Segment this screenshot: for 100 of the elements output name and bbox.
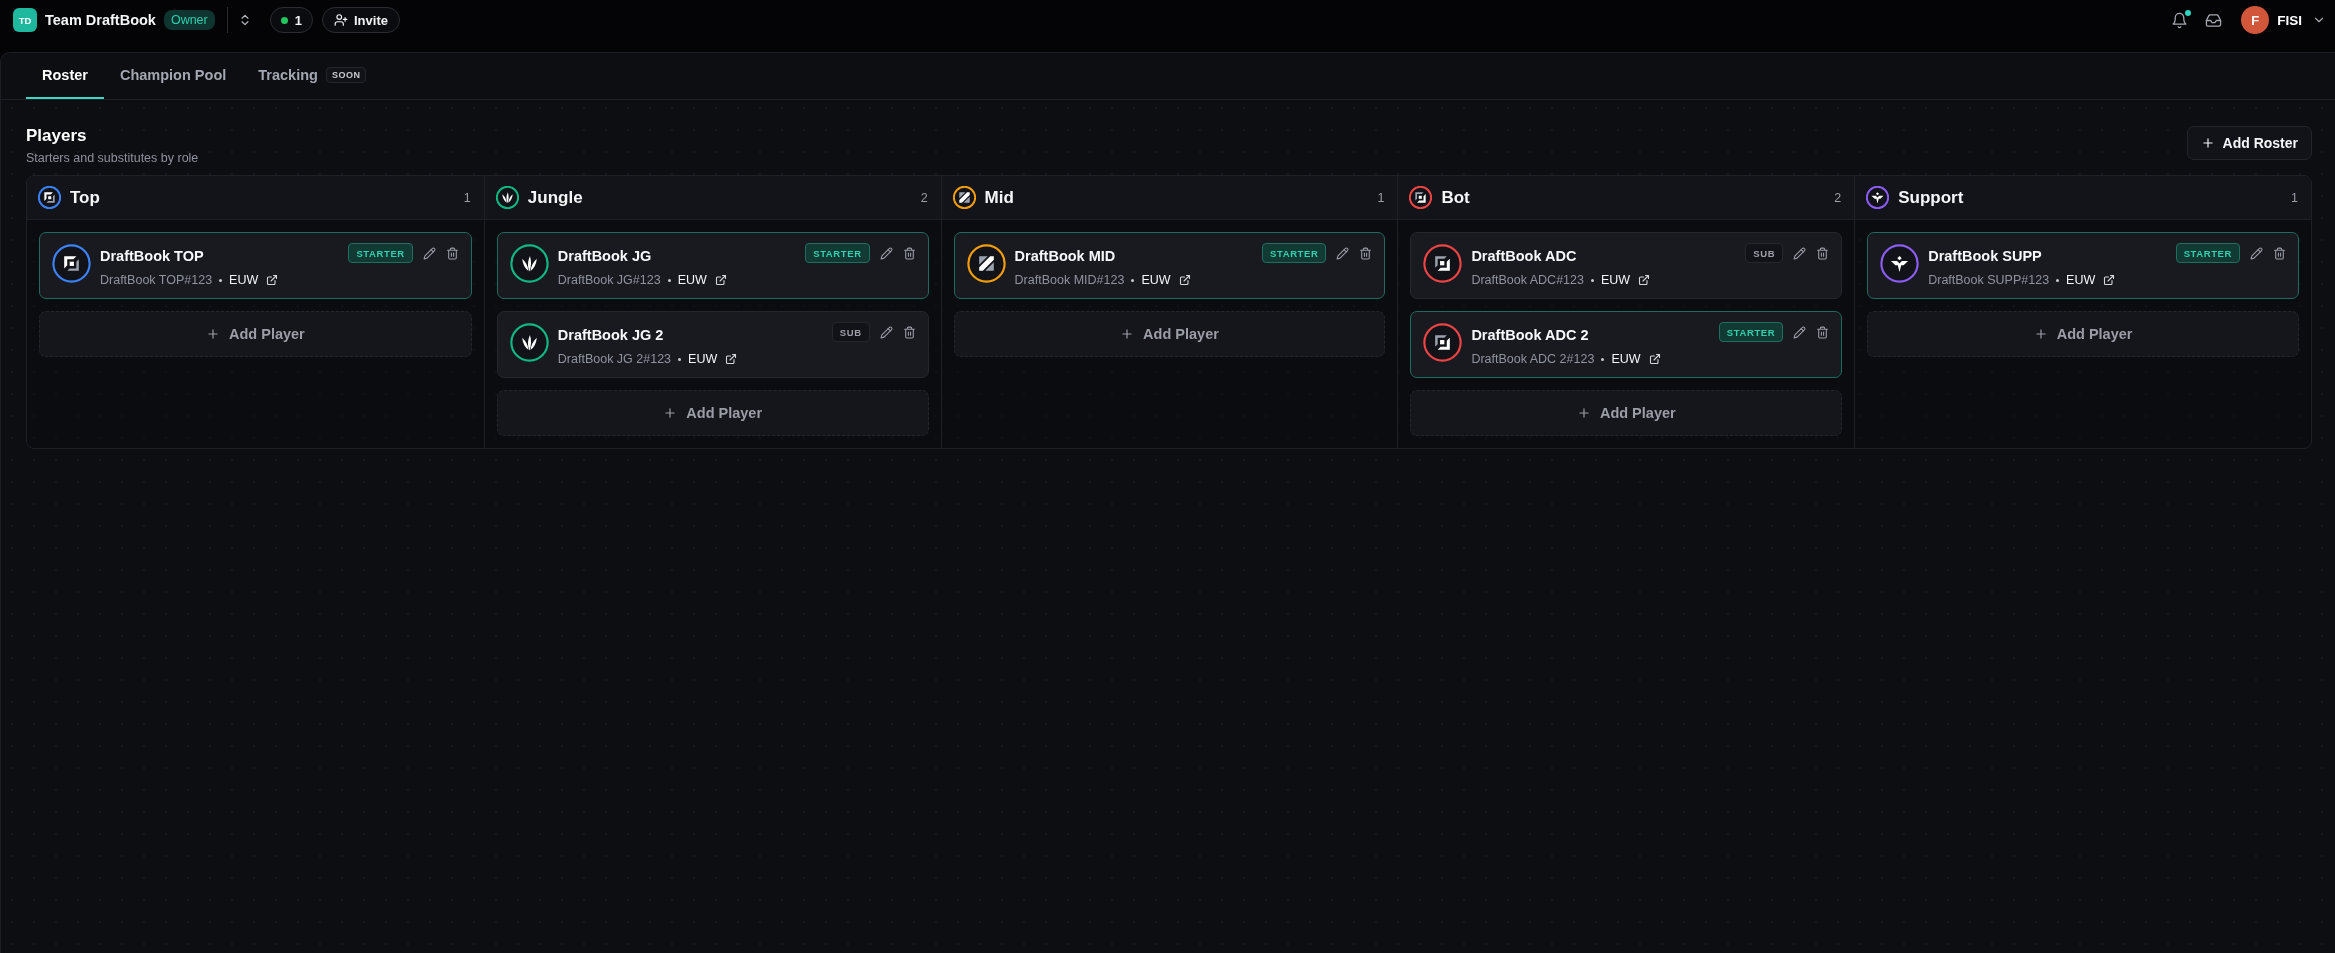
riot-id: DraftBook MID#123 — [1014, 272, 1125, 288]
external-link-icon[interactable] — [725, 353, 738, 365]
separator-dot-icon — [1601, 357, 1605, 361]
region-label: EUW — [1141, 272, 1171, 288]
team-role-badge: Owner — [163, 10, 215, 30]
player-card[interactable]: DraftBook SUPP DraftBook SUPP#123 EUW STARTER — [1867, 232, 2299, 299]
pencil-icon[interactable] — [1793, 325, 1807, 339]
tab-badge: SOON — [325, 67, 367, 83]
player-count: 1 — [1377, 190, 1385, 205]
separator-dot-icon — [1131, 278, 1135, 282]
plus-icon — [2033, 327, 2048, 341]
player-count: 2 — [920, 190, 928, 205]
player-count: 1 — [463, 190, 471, 205]
external-link-icon[interactable] — [1178, 274, 1191, 286]
pencil-icon[interactable] — [879, 246, 893, 260]
add-player-button[interactable]: Add Player — [953, 311, 1386, 357]
player-name: DraftBook JG — [557, 247, 653, 266]
status-badge: STARTER — [1718, 322, 1784, 342]
plus-icon — [2200, 136, 2215, 150]
separator-dot-icon — [667, 278, 671, 282]
pencil-icon[interactable] — [1336, 246, 1350, 260]
trash-icon[interactable] — [1359, 246, 1373, 260]
riot-id: DraftBook ADC 2#123 — [1471, 351, 1595, 367]
section-subtitle: Starters and substitutes by role — [26, 150, 199, 166]
external-link-icon[interactable] — [714, 274, 727, 286]
add-player-button[interactable]: Add Player — [1410, 390, 1843, 436]
pencil-icon[interactable] — [879, 325, 893, 339]
riot-id: DraftBook ADC#123 — [1471, 272, 1584, 288]
region-label: EUW — [1600, 272, 1631, 288]
add-player-button[interactable]: Add Player — [496, 390, 929, 436]
status-badge: STARTER — [1262, 243, 1327, 263]
separator-dot-icon — [2056, 278, 2060, 282]
role-title: Jungle — [527, 187, 583, 208]
pencil-icon[interactable] — [2250, 246, 2263, 260]
online-count-button[interactable]: 1 — [269, 7, 313, 33]
region-label: EUW — [2066, 272, 2096, 288]
player-card[interactable]: DraftBook JG 2 DraftBook JG 2#123 EUW SUB — [496, 311, 929, 378]
user-menu-button[interactable]: F FISI — [2241, 6, 2326, 34]
separator-dot-icon — [1590, 278, 1594, 282]
external-link-icon[interactable] — [1648, 353, 1661, 365]
pencil-icon[interactable] — [422, 246, 436, 260]
bell-icon[interactable] — [2171, 11, 2189, 29]
player-name: DraftBook ADC 2 — [1471, 326, 1590, 345]
player-card[interactable]: DraftBook MID DraftBook MID#123 EUW STARTER — [953, 232, 1386, 299]
status-badge: STARTER — [348, 243, 413, 263]
player-name: DraftBook TOP — [100, 247, 205, 266]
plus-icon — [663, 406, 678, 420]
plus-icon — [206, 327, 220, 341]
role-title: Bot — [1441, 187, 1470, 208]
region-label: EUW — [677, 272, 707, 288]
inbox-icon[interactable] — [2205, 11, 2223, 29]
role-title: Top — [70, 187, 100, 208]
trash-icon[interactable] — [902, 325, 916, 339]
region-label: EUW — [1611, 351, 1641, 367]
status-badge: STARTER — [805, 243, 870, 263]
add-roster-button[interactable]: Add Roster — [2186, 126, 2312, 160]
player-card[interactable]: DraftBook JG DraftBook JG#123 EUW STARTER — [496, 232, 929, 299]
player-count: 1 — [2291, 190, 2298, 205]
trash-icon[interactable] — [902, 246, 916, 260]
user-plus-icon — [334, 13, 348, 27]
role-title: Mid — [984, 187, 1014, 208]
plus-icon — [1120, 327, 1135, 341]
player-name: DraftBook MID — [1014, 247, 1117, 266]
external-link-icon[interactable] — [1638, 274, 1651, 286]
team-logo: TD — [13, 8, 37, 32]
tab[interactable]: Roster — [26, 53, 104, 99]
tab[interactable]: Champion Pool — [103, 53, 243, 99]
trash-icon[interactable] — [445, 246, 459, 260]
player-name: DraftBook JG 2 — [557, 326, 665, 345]
player-name: DraftBook ADC — [1471, 247, 1578, 266]
pencil-icon[interactable] — [1793, 246, 1807, 260]
player-card[interactable]: DraftBook ADC DraftBook ADC#123 EUW SUB — [1410, 232, 1843, 299]
add-player-button[interactable]: Add Player — [39, 311, 472, 357]
status-dot-icon — [280, 16, 288, 24]
player-card[interactable]: DraftBook TOP DraftBook TOP#123 EUW STARTER — [39, 232, 472, 299]
player-card[interactable]: DraftBook ADC 2 DraftBook ADC 2#123 EUW STARTER — [1410, 311, 1843, 378]
user-avatar: F — [2241, 6, 2270, 34]
external-link-icon[interactable] — [2103, 274, 2116, 286]
section-title: Players — [26, 126, 88, 146]
team-name: Team DraftBook — [45, 12, 156, 28]
riot-id: DraftBook JG#123 — [557, 272, 661, 288]
player-name: DraftBook SUPP — [1928, 247, 2043, 266]
trash-icon[interactable] — [1816, 325, 1830, 339]
status-badge: STARTER — [2175, 243, 2240, 263]
riot-id: DraftBook SUPP#123 — [1928, 272, 2050, 288]
external-link-icon[interactable] — [266, 274, 279, 286]
trash-icon[interactable] — [1816, 246, 1830, 260]
region-label: EUW — [229, 272, 259, 288]
riot-id: DraftBook JG 2#123 — [557, 351, 672, 367]
separator-dot-icon — [678, 357, 682, 361]
region-label: EUW — [688, 351, 718, 367]
status-badge: SUB — [831, 322, 870, 342]
tab[interactable]: Tracking SOON — [242, 53, 383, 99]
trash-icon[interactable] — [2273, 246, 2286, 260]
status-badge: SUB — [1745, 243, 1784, 263]
add-player-button[interactable]: Add Player — [1867, 311, 2299, 357]
player-count: 2 — [1834, 190, 1842, 205]
plus-icon — [1576, 406, 1591, 420]
invite-button[interactable]: Invite — [322, 7, 400, 33]
separator-dot-icon — [219, 278, 223, 282]
